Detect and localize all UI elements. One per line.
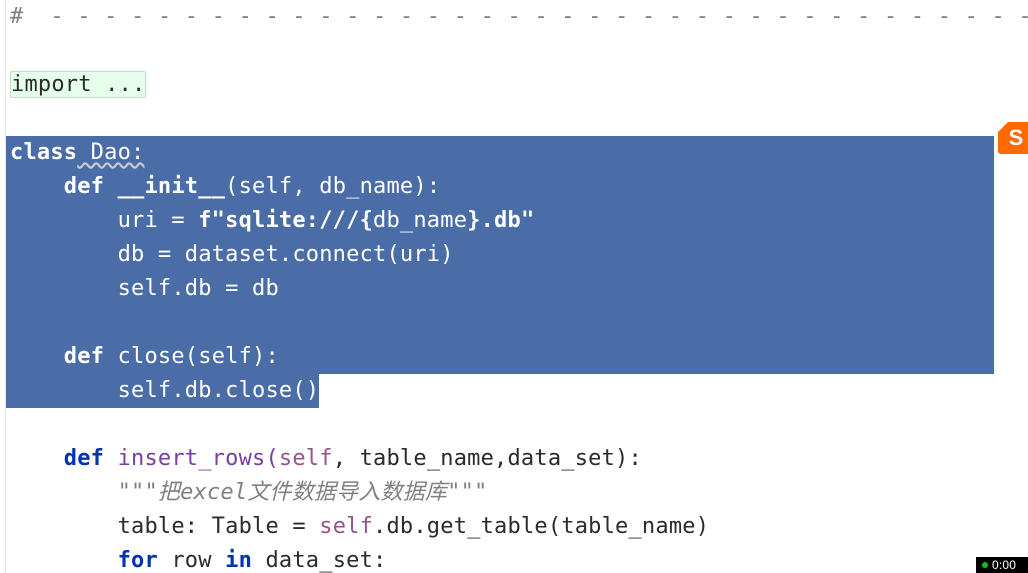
clock-pill: 0:00 [976, 557, 1028, 573]
params-rest: ): [252, 344, 279, 369]
self-param: self [239, 174, 293, 199]
gutter [0, 0, 6, 573]
selection: self.db.close() [6, 374, 319, 408]
method-name: close( [104, 344, 198, 369]
self-param: self [198, 344, 252, 369]
code-line: import ... [10, 68, 1028, 102]
code-text: table: Table = [118, 514, 320, 539]
code-line: db = dataset.connect(uri) [10, 238, 1028, 272]
code-line [10, 34, 1028, 68]
code-text: .db.close() [171, 378, 319, 403]
self-ref: self [319, 514, 373, 539]
selection: def __init__(self, db_name): [6, 170, 994, 204]
selection: self.db = db [6, 272, 994, 306]
code-line [10, 102, 1028, 136]
selection: uri = f"sqlite:///{db_name}.db" [6, 204, 994, 238]
code-text: db = dataset.connect(uri) [118, 242, 454, 267]
code-line: uri = f"sqlite:///{db_name}.db" [10, 204, 1028, 238]
self-ref: self [118, 378, 172, 403]
code-text: uri = [118, 208, 199, 233]
code-line: self.db = db [10, 272, 1028, 306]
params-rest: , table_name,data_set): [333, 446, 642, 471]
selection: class Dao: [6, 136, 994, 170]
keyword-class: class [10, 140, 77, 165]
code-line: # - - - - - - - - - - - - - - - - - - - … [10, 0, 1028, 34]
brace-close: } [467, 208, 480, 233]
code-line: def insert_rows(self, table_name,data_se… [10, 442, 1028, 476]
selection [6, 306, 994, 340]
selection: db = dataset.connect(uri) [6, 238, 994, 272]
brace-open: { [360, 208, 373, 233]
code-text: row [158, 548, 225, 573]
code-line: """把excel文件数据导入数据库""" [10, 476, 1028, 510]
code-text: data_set: [252, 548, 386, 573]
code-line [10, 408, 1028, 442]
class-name: Dao: [77, 140, 144, 165]
fstring-end: .db" [481, 208, 535, 233]
code-line: def close(self): [10, 340, 1028, 374]
selection: def close(self): [6, 340, 994, 374]
status-dot-icon [982, 562, 988, 568]
keyword-def: def [64, 446, 104, 471]
keyword-def: def [64, 344, 104, 369]
code-text: .db.get_table(table_name) [373, 514, 709, 539]
self-param: self [279, 446, 333, 471]
fstring: f"sqlite:/// [198, 208, 359, 233]
code-line [10, 306, 1028, 340]
ime-badge[interactable]: S [998, 122, 1028, 154]
code-line: self.db.close() [10, 374, 1028, 408]
keyword-in: in [225, 548, 252, 573]
comment-divider: # - - - - - - - - - - - - - - - - - - - … [10, 4, 1028, 29]
folded-imports[interactable]: import ... [10, 71, 146, 98]
code-line: table: Table = self.db.get_table(table_n… [10, 510, 1028, 544]
params-rest: , db_name): [292, 174, 440, 199]
code-line: class Dao: [10, 136, 1028, 170]
code-editor[interactable]: # - - - - - - - - - - - - - - - - - - - … [0, 0, 1028, 573]
keyword-for: for [118, 548, 158, 573]
code-line: def __init__(self, db_name): [10, 170, 1028, 204]
fstring-expr: db_name [373, 208, 467, 233]
method-name: __init__ [118, 174, 226, 199]
code-line: for row in data_set: [10, 544, 1028, 573]
paren-open: ( [225, 174, 238, 199]
self-ref: self [118, 276, 172, 301]
method-name: insert_rows( [104, 446, 279, 471]
keyword-def: def [64, 174, 104, 199]
docstring: """把excel文件数据导入数据库""" [118, 480, 488, 505]
clock-time: 0:00 [992, 557, 1016, 573]
code-text: .db = db [171, 276, 279, 301]
ime-badge-label: S [1009, 125, 1024, 150]
